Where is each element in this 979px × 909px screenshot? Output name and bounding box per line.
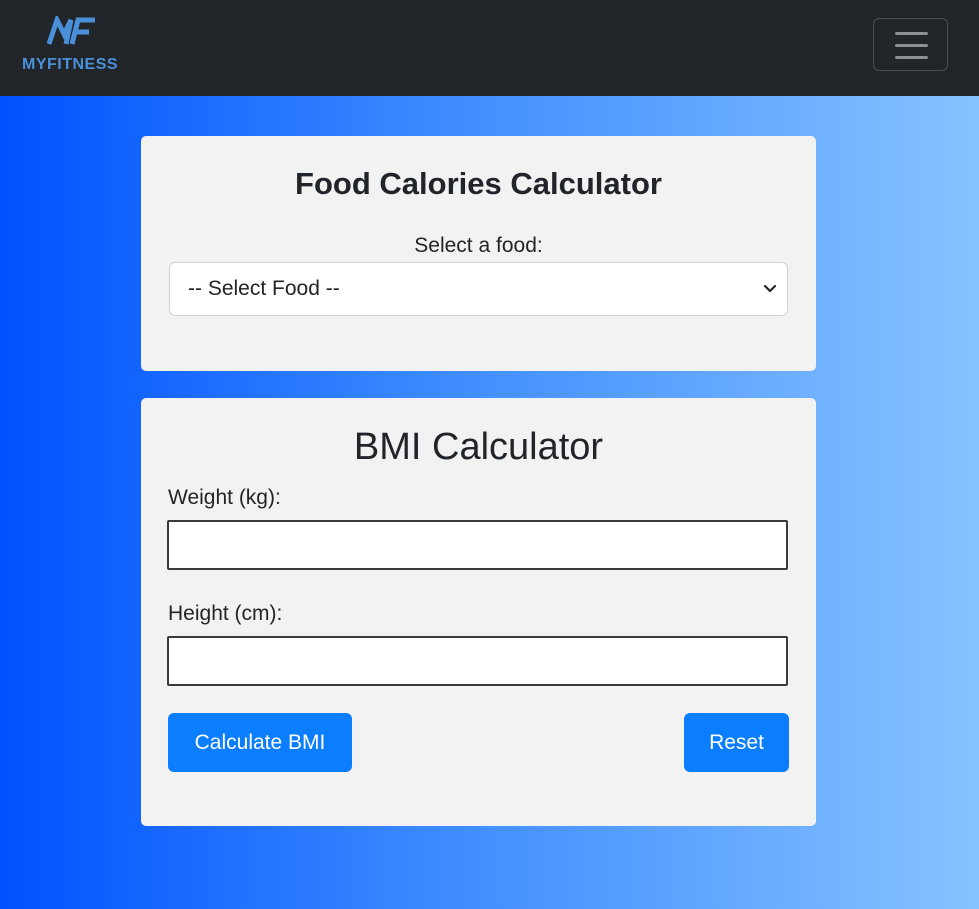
- calculate-bmi-button[interactable]: Calculate BMI: [168, 713, 352, 772]
- food-select-value: -- Select Food --: [188, 277, 340, 300]
- bmi-calculator-card: BMI Calculator Weight (kg): Height (cm):…: [141, 398, 816, 826]
- select-food-label: Select a food:: [414, 234, 543, 257]
- food-calories-card: Food Calories Calculator Select a food: …: [141, 136, 816, 371]
- hamburger-icon-bar: [895, 56, 928, 59]
- mf-logo-icon: [47, 16, 95, 45]
- navbar: MYFITNESS: [0, 0, 979, 96]
- hamburger-icon-bar: [895, 44, 928, 47]
- hamburger-icon: [895, 32, 928, 35]
- height-label: Height (cm):: [168, 602, 283, 625]
- brand-logo[interactable]: MYFITNESS: [22, 14, 126, 78]
- height-input[interactable]: [167, 636, 788, 686]
- bmi-calculator-title: BMI Calculator: [353, 426, 604, 468]
- weight-input[interactable]: [167, 520, 788, 570]
- menu-toggle-button[interactable]: [873, 18, 948, 71]
- weight-label: Weight (kg):: [168, 486, 281, 509]
- reset-button[interactable]: Reset: [684, 713, 789, 772]
- food-calories-title: Food Calories Calculator: [295, 166, 662, 201]
- food-select[interactable]: -- Select Food --: [169, 262, 788, 316]
- chevron-down-icon: [763, 284, 777, 293]
- brand-name: MYFITNESS: [22, 56, 119, 73]
